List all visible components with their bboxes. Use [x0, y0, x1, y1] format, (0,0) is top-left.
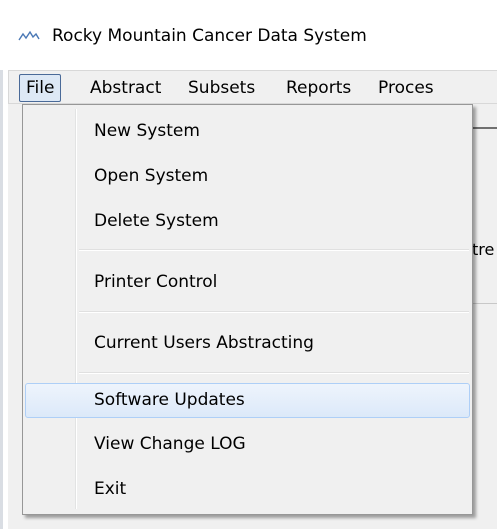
menu-file[interactable]: File: [19, 74, 62, 102]
menu-item-open-system[interactable]: Open System: [25, 159, 470, 194]
title-bar[interactable]: Rocky Mountain Cancer Data System: [0, 0, 497, 66]
menu-item-exit[interactable]: Exit: [25, 472, 470, 507]
menu-processing[interactable]: Proces: [371, 74, 441, 102]
file-menu-dropdown: New System Open System Delete System Pri…: [22, 104, 473, 515]
background-divider: [470, 303, 497, 304]
menu-bar: File Abstract Subsets Reports Proces: [8, 70, 497, 104]
window-title: Rocky Mountain Cancer Data System: [52, 26, 367, 46]
menu-abstract[interactable]: Abstract: [83, 74, 168, 102]
menu-item-current-users-abstracting[interactable]: Current Users Abstracting: [25, 326, 470, 361]
menu-item-printer-control[interactable]: Printer Control: [25, 265, 470, 300]
menu-item-delete-system[interactable]: Delete System: [25, 204, 470, 239]
menu-separator: [79, 249, 469, 251]
app-window: Rocky Mountain Cancer Data System File A…: [0, 0, 497, 529]
menu-reports[interactable]: Reports: [279, 74, 358, 102]
menu-item-software-updates[interactable]: Software Updates: [25, 383, 470, 418]
background-divider: [470, 127, 497, 129]
app-logo-icon: [18, 30, 40, 41]
window-left-edge: [0, 70, 3, 529]
menu-subsets[interactable]: Subsets: [181, 74, 262, 102]
background-text: tre: [472, 240, 495, 259]
menu-item-new-system[interactable]: New System: [25, 114, 470, 149]
menu-separator: [79, 372, 469, 374]
menu-item-view-change-log[interactable]: View Change LOG: [25, 427, 470, 462]
menu-separator: [79, 311, 469, 313]
